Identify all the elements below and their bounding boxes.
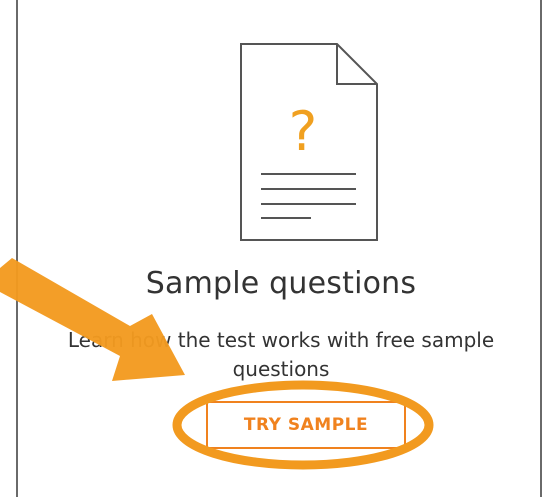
sample-questions-card: ? Sample questions Learn how the test wo… bbox=[16, 0, 542, 497]
document-question-icon: ? bbox=[240, 43, 378, 241]
card-title: Sample questions bbox=[145, 266, 417, 301]
card-description: Learn how the test works with free sampl… bbox=[67, 328, 495, 381]
question-mark-glyph: ? bbox=[289, 100, 318, 163]
try-sample-button[interactable]: TRY SAMPLE bbox=[206, 401, 406, 449]
